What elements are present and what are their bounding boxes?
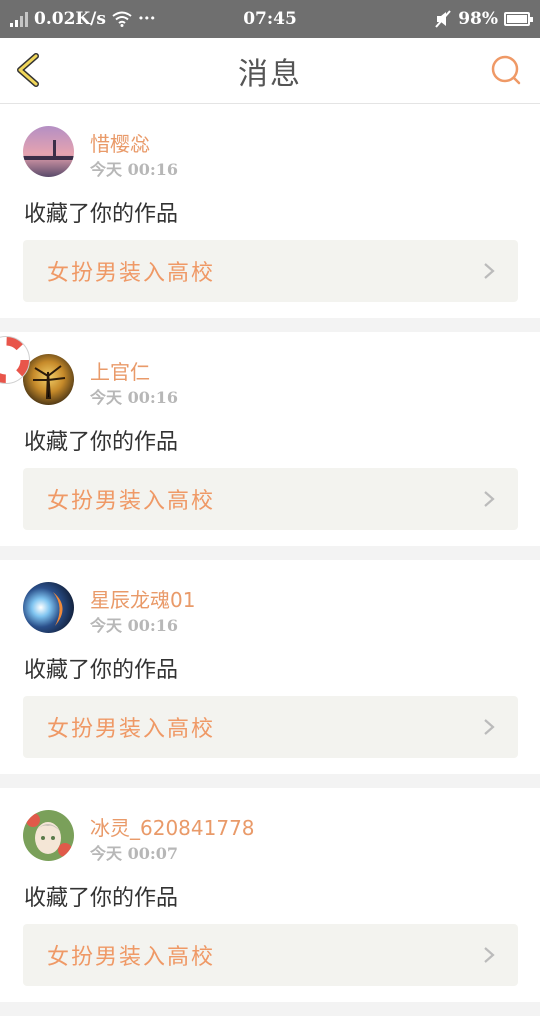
page-title: 消息 bbox=[238, 56, 302, 92]
app-header: 消息 bbox=[0, 38, 540, 104]
message-time: 今天 00:16 bbox=[90, 616, 179, 635]
username[interactable]: 惜樱惢 bbox=[90, 128, 150, 157]
username[interactable]: 上官仁 bbox=[90, 356, 150, 385]
chevron-right-icon bbox=[484, 263, 495, 279]
username[interactable]: 冰灵_620841778 bbox=[90, 812, 255, 841]
work-link[interactable]: 女扮男装入高校 bbox=[23, 240, 518, 302]
lifebuoy-icon[interactable] bbox=[0, 336, 30, 384]
message-action: 收藏了你的作品 bbox=[24, 658, 179, 683]
message-action: 收藏了你的作品 bbox=[24, 430, 179, 455]
work-link[interactable]: 女扮男装入高校 bbox=[23, 924, 518, 986]
network-speed: 0.02K/s bbox=[34, 9, 106, 29]
chevron-right-icon bbox=[484, 947, 495, 963]
message-card: 星辰龙魂01 今天 00:16 收藏了你的作品 女扮男装入高校 bbox=[0, 560, 540, 774]
message-card: 上官仁 今天 00:16 收藏了你的作品 女扮男装入高校 bbox=[0, 332, 540, 546]
message-time: 今天 00:07 bbox=[90, 844, 179, 863]
battery-icon bbox=[504, 12, 533, 26]
signal-icon bbox=[10, 11, 28, 27]
message-action: 收藏了你的作品 bbox=[24, 202, 179, 227]
work-title: 女扮男装入高校 bbox=[47, 489, 216, 514]
work-title: 女扮男装入高校 bbox=[47, 717, 216, 742]
wifi-icon bbox=[112, 11, 132, 27]
username[interactable]: 星辰龙魂01 bbox=[90, 584, 195, 613]
status-right: 98% bbox=[434, 9, 533, 29]
message-card: 惜樱惢 今天 00:16 收藏了你的作品 女扮男装入高校 bbox=[0, 104, 540, 318]
work-link[interactable]: 女扮男装入高校 bbox=[23, 468, 518, 530]
battery-percent: 98% bbox=[458, 9, 498, 29]
status-left: 0.02K/s ··· bbox=[10, 9, 156, 29]
avatar[interactable] bbox=[23, 810, 74, 861]
chevron-right-icon bbox=[484, 491, 495, 507]
back-button[interactable] bbox=[10, 50, 50, 90]
chevron-right-icon bbox=[484, 719, 495, 735]
search-icon[interactable] bbox=[488, 52, 524, 88]
status-bar: 0.02K/s ··· 07:45 98% bbox=[0, 0, 540, 38]
message-card: 冰灵_620841778 今天 00:07 收藏了你的作品 女扮男装入高校 bbox=[0, 788, 540, 1002]
avatar[interactable] bbox=[23, 126, 74, 177]
avatar[interactable] bbox=[23, 582, 74, 633]
avatar[interactable] bbox=[23, 354, 74, 405]
message-list: 惜樱惢 今天 00:16 收藏了你的作品 女扮男装入高校 上官仁 今天 00:1… bbox=[0, 104, 540, 1016]
work-title: 女扮男装入高校 bbox=[47, 261, 216, 286]
work-title: 女扮男装入高校 bbox=[47, 945, 216, 970]
message-time: 今天 00:16 bbox=[90, 388, 179, 407]
more-notifications: ··· bbox=[137, 9, 156, 29]
mute-icon bbox=[435, 10, 451, 28]
work-link[interactable]: 女扮男装入高校 bbox=[23, 696, 518, 758]
message-time: 今天 00:16 bbox=[90, 160, 179, 179]
message-action: 收藏了你的作品 bbox=[24, 886, 179, 911]
